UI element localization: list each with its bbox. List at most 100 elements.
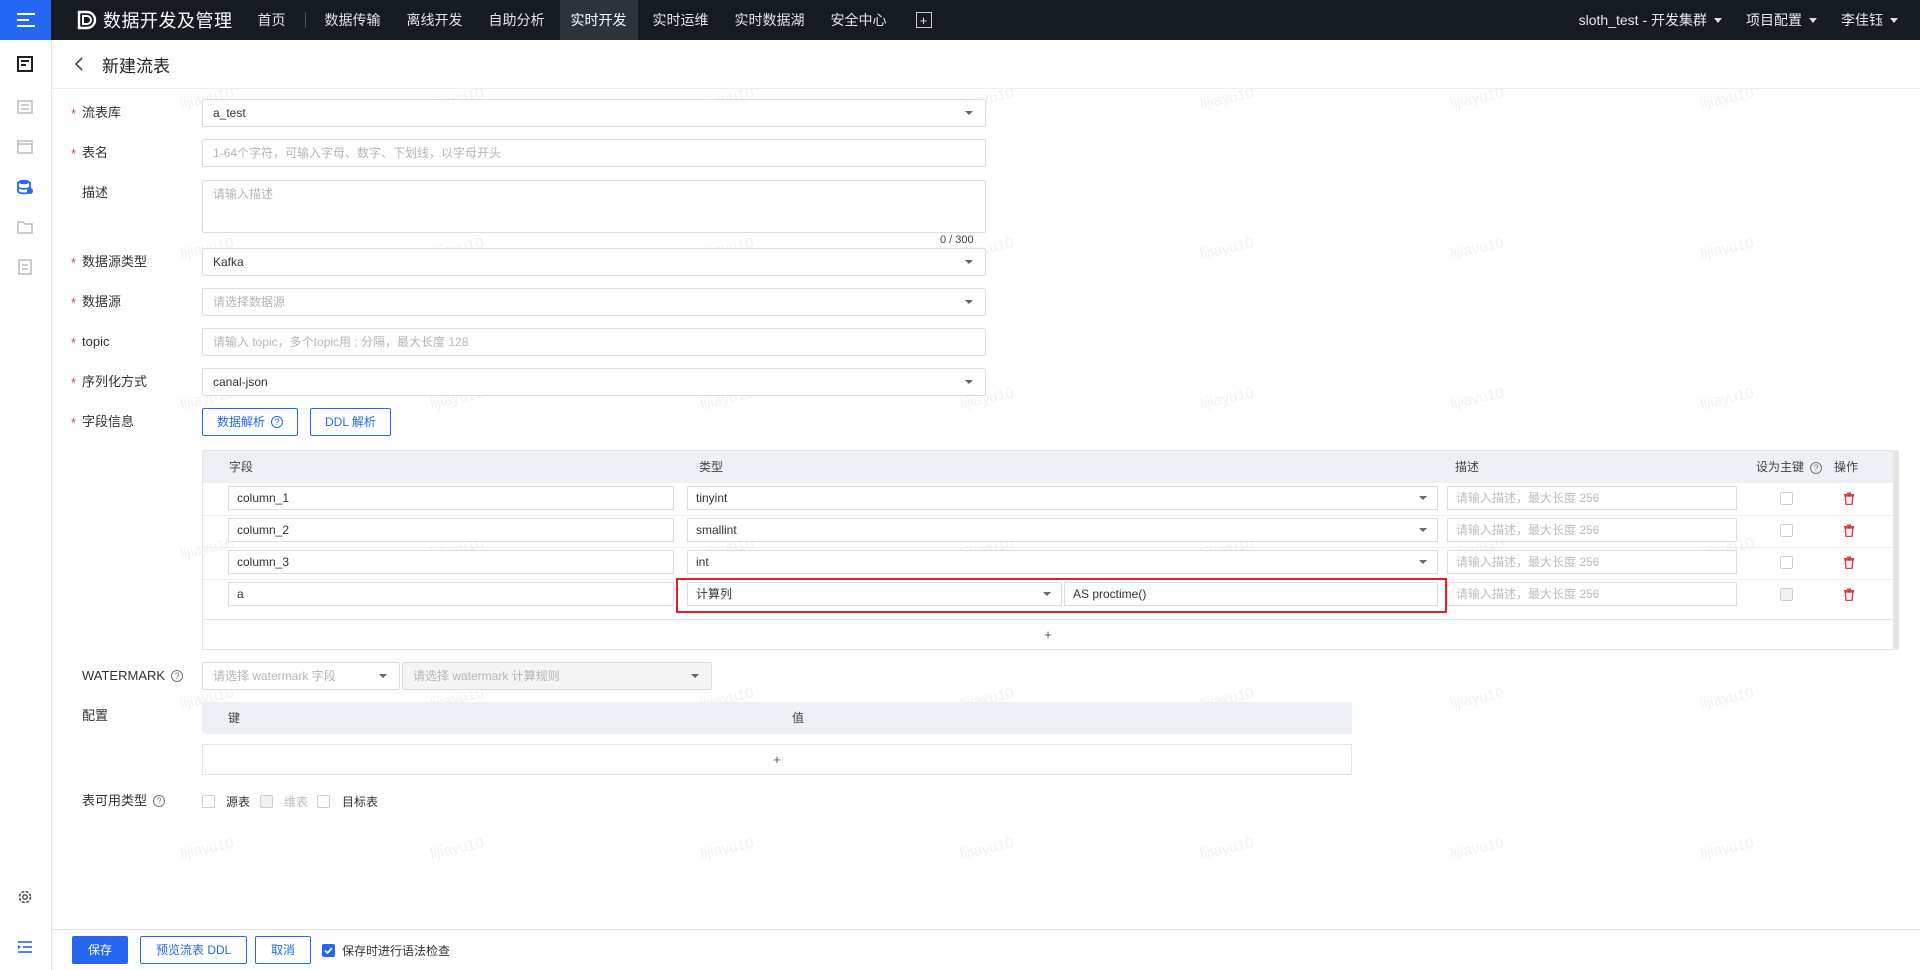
cancel-button[interactable]: 取消 <box>255 936 312 964</box>
dimension-table-checkbox[interactable] <box>260 795 273 808</box>
nav-item-self-analysis[interactable]: 自助分析 <box>478 0 556 40</box>
watermark-text: lijiayu10 <box>1198 384 1256 413</box>
field-desc-input[interactable]: 请输入描述，最大长度 256 <box>1447 518 1737 542</box>
cluster-label: sloth_test - 开发集群 <box>1578 12 1707 28</box>
database-icon[interactable] <box>16 178 34 196</box>
field-type-select[interactable]: smallint <box>687 518 1438 542</box>
menu-toggle-button[interactable] <box>0 0 51 40</box>
watermark-text: lijiayu10 <box>1448 684 1506 713</box>
field-name-input[interactable]: column_2 <box>228 518 674 542</box>
table-name-input[interactable]: 1-64个字符，可输入字母、数字、下划线，以字母开头 <box>202 139 986 167</box>
watermark-text: lijiayu10 <box>178 834 236 863</box>
project-config-menu[interactable]: 项目配置 <box>1746 10 1817 30</box>
delete-trash-icon[interactable] <box>1843 524 1855 537</box>
primary-key-checkbox[interactable] <box>1780 588 1793 601</box>
syntax-check-checkbox[interactable] <box>322 944 335 957</box>
description-placeholder: 请输入描述 <box>213 187 274 201</box>
stream-db-value: a_test <box>213 106 246 120</box>
description-label: 描述 <box>82 185 109 200</box>
primary-key-checkbox[interactable] <box>1780 556 1793 569</box>
nav-item-data-transfer[interactable]: 数据传输 <box>314 0 392 40</box>
topic-label: topic <box>82 334 110 349</box>
datasource-type-value: Kafka <box>213 255 244 269</box>
field-name-input[interactable]: a <box>228 582 674 606</box>
nav-item-realtime-lake[interactable]: 实时数据湖 <box>724 0 816 40</box>
caret-down-icon <box>965 111 973 115</box>
delete-trash-icon[interactable] <box>1843 588 1855 601</box>
serialization-value: canal-json <box>213 375 268 389</box>
field-desc-input[interactable]: 请输入描述，最大长度 256 <box>1447 582 1737 606</box>
main-nav: 首页 数据传输 离线开发 自助分析 实时开发 实时运维 实时数据湖 安全中心 + <box>245 0 932 40</box>
highlight-box <box>676 578 1447 613</box>
collapse-sidebar-icon[interactable] <box>16 938 34 956</box>
field-type-value: smallint <box>696 523 737 537</box>
add-config-row-button[interactable]: + <box>202 744 1352 775</box>
folder-icon[interactable] <box>16 218 34 236</box>
caret-down-icon <box>965 260 973 264</box>
nav-item-realtime-dev[interactable]: 实时开发 <box>559 0 638 40</box>
field-desc-input[interactable]: 请输入描述，最大长度 256 <box>1447 550 1737 574</box>
field-name-input[interactable]: column_3 <box>228 550 674 574</box>
field-desc-input[interactable]: 请输入描述，最大长度 256 <box>1447 486 1737 510</box>
preview-ddl-button[interactable]: 预览流表 DDL <box>140 936 248 964</box>
stream-db-select[interactable]: a_test <box>202 99 986 127</box>
header-description: 描述 <box>1455 460 1480 474</box>
parse-ddl-label: DDL 解析 <box>325 415 376 429</box>
nav-divider <box>304 12 306 28</box>
delete-trash-icon[interactable] <box>1843 556 1855 569</box>
watermark-text: lijiayu10 <box>958 834 1016 863</box>
parse-data-button[interactable]: 数据解析? <box>202 408 299 436</box>
config-table-header: 键 值 <box>202 702 1352 734</box>
datasource-type-select[interactable]: Kafka <box>202 248 986 276</box>
dashboard-icon[interactable] <box>16 55 34 73</box>
document-icon[interactable] <box>16 258 34 276</box>
topic-input[interactable]: 请输入 topic，多个topic用 ; 分隔，最大长度 128 <box>202 328 986 356</box>
delete-trash-icon[interactable] <box>1843 492 1855 505</box>
watermark-text: lijiayu10 <box>698 834 756 863</box>
primary-key-checkbox[interactable] <box>1780 492 1793 505</box>
add-field-row-button[interactable]: + <box>203 619 1893 650</box>
target-table-label: 目标表 <box>342 795 379 809</box>
description-textarea[interactable]: 请输入描述 <box>202 180 986 233</box>
user-menu[interactable]: 李佳钰 <box>1841 10 1898 30</box>
serialization-select[interactable]: canal-json <box>202 368 986 396</box>
header-value: 值 <box>792 711 805 725</box>
field-type-select[interactable]: int <box>687 550 1438 574</box>
dimension-table-label: 维表 <box>284 795 309 809</box>
table-types-label-text: 表可用类型 <box>82 793 148 808</box>
watermark-text: lijiayu10 <box>1698 384 1756 413</box>
nav-item-security[interactable]: 安全中心 <box>820 0 898 40</box>
cluster-selector[interactable]: sloth_test - 开发集群 <box>1579 10 1722 30</box>
back-arrow-icon[interactable] <box>72 57 86 71</box>
watermark-rule-select[interactable]: 请选择 watermark 计算规则 <box>402 662 712 690</box>
watermark-text: lijiayu10 <box>1698 684 1756 713</box>
add-tab-icon[interactable]: + <box>915 12 932 28</box>
field-name-input[interactable]: column_1 <box>228 486 674 510</box>
header-key: 键 <box>228 711 241 725</box>
datasource-select[interactable]: 请选择数据源 <box>202 288 986 316</box>
top-right-menu: sloth_test - 开发集群 项目配置 李佳钰 <box>1555 0 1920 40</box>
caret-down-icon <box>1809 17 1817 23</box>
primary-key-checkbox[interactable] <box>1780 524 1793 537</box>
code-window-icon[interactable] <box>16 138 34 156</box>
field-table-scrollbar[interactable] <box>1894 450 1899 650</box>
watermark-field-select[interactable]: 请选择 watermark 字段 <box>202 662 400 690</box>
watermark-rule-placeholder: 请选择 watermark 计算规则 <box>413 669 560 683</box>
target-table-checkbox[interactable] <box>317 795 330 808</box>
source-table-checkbox[interactable] <box>202 795 215 808</box>
checkmark-icon <box>324 947 333 955</box>
settings-gear-icon[interactable] <box>16 888 34 906</box>
brand[interactable]: 数据开发及管理 <box>75 7 233 33</box>
header-type: 类型 <box>699 460 724 474</box>
nav-item-offline-dev[interactable]: 离线开发 <box>396 0 474 40</box>
table-name-label: 表名 <box>82 145 109 160</box>
watermark-label-text: WATERMARK <box>82 668 166 683</box>
left-sidebar <box>0 40 52 970</box>
save-button[interactable]: 保存 <box>72 936 129 964</box>
nav-item-realtime-ops[interactable]: 实时运维 <box>642 0 720 40</box>
nav-item-home[interactable]: 首页 <box>247 0 297 40</box>
list-icon[interactable] <box>16 98 34 116</box>
field-type-select[interactable]: tinyint <box>687 486 1438 510</box>
parse-ddl-button[interactable]: DDL 解析 <box>310 408 391 436</box>
logo-icon <box>77 10 97 30</box>
